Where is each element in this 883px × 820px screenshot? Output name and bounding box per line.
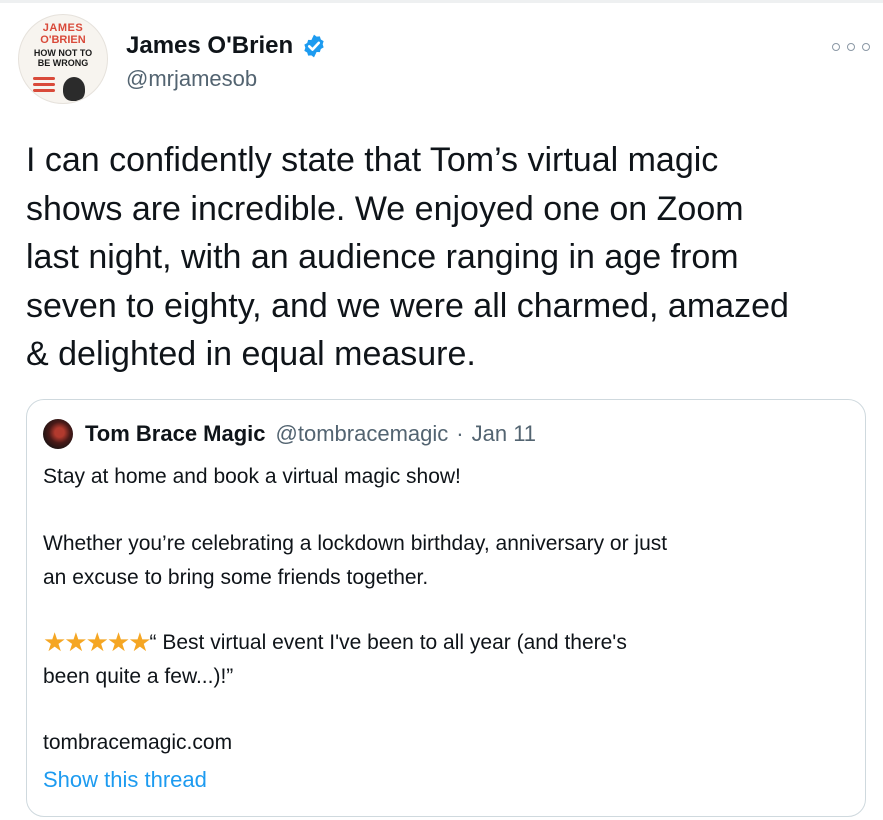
tweet-text-line: I can confidently state that Tom’s virtu… bbox=[26, 141, 719, 179]
avatar-stripe bbox=[33, 83, 55, 86]
author-name[interactable]: James O'Brien bbox=[126, 32, 327, 60]
author-handle[interactable]: @mrjamesob bbox=[126, 66, 257, 92]
quoted-text-line: Whether you’re celebrating a lockdown bi… bbox=[43, 532, 668, 555]
avatar-stripe bbox=[33, 89, 55, 92]
show-thread-link[interactable]: Show this thread bbox=[43, 767, 207, 793]
tweet: JAMES O'BRIEN HOW NOT TO BE WRONG James … bbox=[0, 0, 883, 820]
quoted-author-name[interactable]: Tom Brace Magic bbox=[85, 421, 266, 447]
review-text-line: “ Best virtual event I've been to all ye… bbox=[149, 631, 627, 654]
avatar-stripe bbox=[33, 77, 55, 80]
quoted-review: ★★★★★“ Best virtual event I've been to a… bbox=[43, 625, 627, 694]
more-options-icon[interactable] bbox=[832, 40, 870, 54]
quoted-paragraph: Whether you’re celebrating a lockdown bi… bbox=[43, 527, 667, 595]
separator-dot: · bbox=[456, 421, 464, 446]
tweet-text: I can confidently state that Tom’s virtu… bbox=[26, 136, 876, 379]
avatar-text-line: HOW NOT TO bbox=[33, 48, 93, 58]
tweet-text-line: seven to eighty, and we were all charmed… bbox=[26, 286, 789, 325]
quoted-text-line: an excuse to bring some friends together… bbox=[43, 566, 429, 589]
verified-badge-icon bbox=[304, 34, 324, 58]
author-name-text: James O'Brien bbox=[126, 32, 294, 59]
dot bbox=[862, 43, 870, 51]
dot bbox=[847, 43, 855, 51]
quoted-date[interactable]: Jan 11 bbox=[472, 421, 536, 447]
tweet-text-line: last night, with an audience ranging in … bbox=[26, 238, 739, 276]
tweet-text-line: shows are incredible. We enjoyed one on … bbox=[26, 189, 744, 228]
avatar-text-line: JAMES bbox=[42, 22, 84, 34]
quoted-author-handle[interactable]: @tombracemagic bbox=[276, 421, 449, 447]
avatar-text-line: O'BRIEN bbox=[40, 34, 86, 46]
quoted-tweet[interactable]: Tom Brace Magic @tombracemagic · Jan 11 … bbox=[26, 399, 866, 817]
review-text-line: been quite a few...)!” bbox=[43, 665, 234, 688]
quoted-text-line: Stay at home and book a virtual magic sh… bbox=[43, 465, 461, 488]
avatar-text-line: BE WRONG bbox=[37, 58, 89, 68]
avatar[interactable]: JAMES O'BRIEN HOW NOT TO BE WRONG bbox=[18, 14, 108, 104]
dot bbox=[832, 43, 840, 51]
avatar-portrait bbox=[63, 77, 85, 101]
quoted-link[interactable]: tombracemagic.com bbox=[43, 726, 232, 760]
five-stars-icon: ★★★★★ bbox=[43, 627, 152, 657]
tweet-text-line: & delighted in equal measure. bbox=[26, 335, 476, 373]
quoted-tweet-header: Tom Brace Magic @tombracemagic · Jan 11 bbox=[43, 419, 536, 449]
quoted-avatar[interactable] bbox=[43, 419, 73, 449]
